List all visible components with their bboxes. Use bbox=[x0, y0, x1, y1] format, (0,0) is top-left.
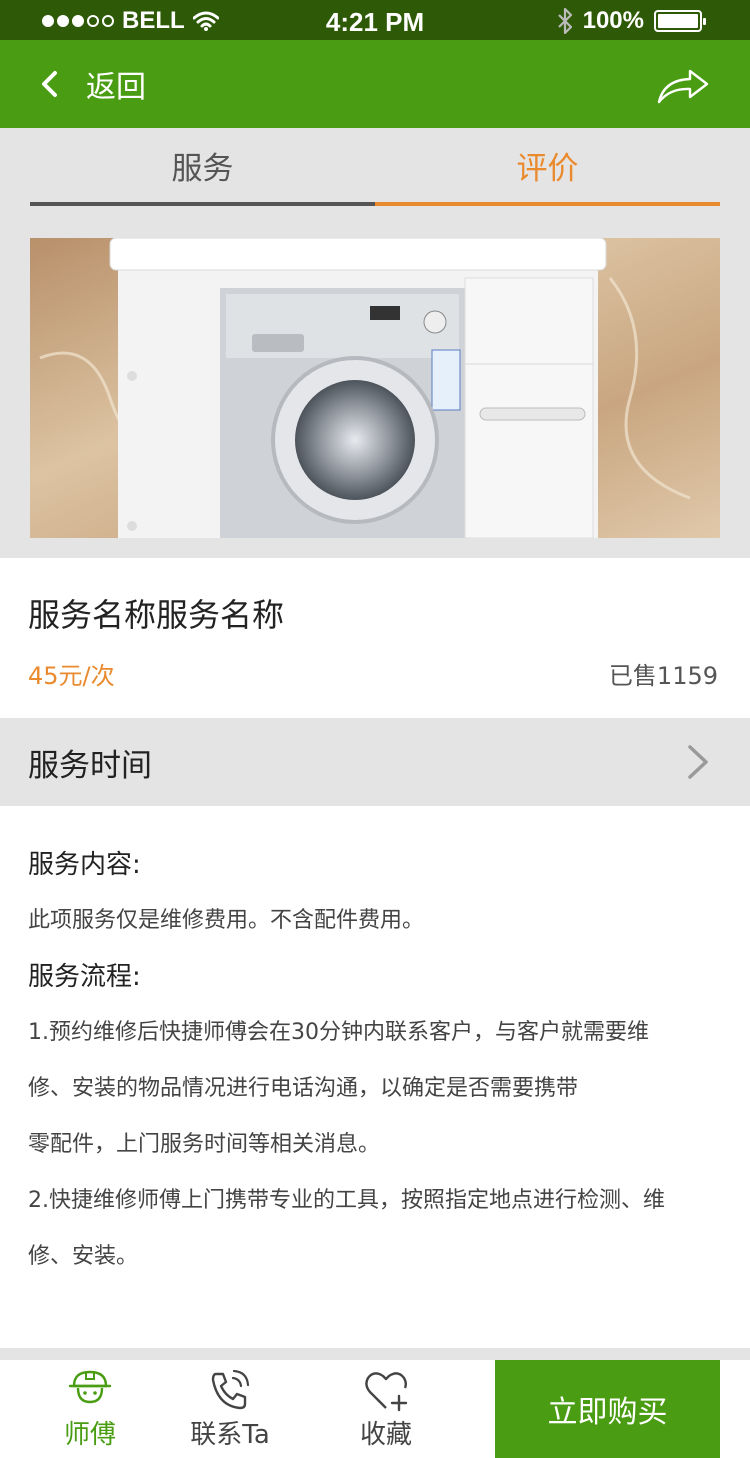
nav-bar: 返回 bbox=[0, 40, 750, 128]
process-heading: 服务流程: bbox=[28, 962, 141, 992]
process-line: 2.快捷维修师傅上门携带专业的工具，按照指定地点进行检测、维 bbox=[28, 1188, 665, 1213]
back-label: 返回 bbox=[86, 70, 146, 105]
chevron-left-icon bbox=[42, 71, 57, 97]
master-button[interactable]: 师傅 bbox=[30, 1368, 150, 1458]
worker-helmet-icon bbox=[68, 1370, 112, 1404]
service-name: 服务名称服务名称 bbox=[28, 596, 285, 634]
sold-count: 已售1159 bbox=[608, 662, 718, 690]
content-heading: 服务内容: bbox=[28, 850, 141, 880]
bottom-action-bar: 师傅 联系Ta 收藏 立即购买 bbox=[0, 1360, 750, 1458]
buy-now-button[interactable]: 立即购买 bbox=[495, 1360, 720, 1458]
hero-image-container bbox=[0, 238, 750, 558]
heart-plus-icon bbox=[365, 1372, 408, 1412]
tab-review[interactable]: 评价 bbox=[375, 128, 720, 206]
favorite-label: 收藏 bbox=[359, 1420, 412, 1450]
washing-machine-image bbox=[30, 238, 720, 538]
service-time-row[interactable]: 服务时间 bbox=[0, 718, 750, 806]
battery-icon bbox=[654, 10, 706, 32]
phone-call-icon bbox=[211, 1369, 250, 1410]
battery-percent: 100% bbox=[582, 7, 644, 34]
contact-button[interactable]: 联系Ta bbox=[170, 1368, 290, 1458]
status-right: 100% bbox=[557, 7, 706, 35]
process-line: 修、安装。 bbox=[28, 1244, 139, 1269]
back-button[interactable]: 返回 bbox=[40, 62, 146, 106]
process-line: 1.预约维修后快捷师傅会在30分钟内联系客户，与客户就需要维 bbox=[28, 1020, 649, 1045]
content-text: 此项服务仅是维修费用。不含配件费用。 bbox=[28, 908, 425, 933]
service-description: 服务内容: 此项服务仅是维修费用。不含配件费用。 服务流程: 1.预约维修后快捷… bbox=[0, 806, 750, 1348]
master-label: 师傅 bbox=[63, 1420, 116, 1450]
service-info-card: 服务名称服务名称 45元/次 已售1159 bbox=[0, 558, 750, 718]
contact-label: 联系Ta bbox=[190, 1420, 270, 1450]
tab-bar: 服务 评价 bbox=[0, 128, 750, 238]
status-bar: BELL 4:21 PM 100% bbox=[0, 0, 750, 40]
service-time-label: 服务时间 bbox=[28, 748, 152, 784]
favorite-button[interactable]: 收藏 bbox=[326, 1368, 446, 1458]
service-price: 45元/次 bbox=[28, 662, 115, 690]
chevron-right-icon bbox=[688, 745, 708, 779]
bluetooth-icon bbox=[557, 8, 572, 34]
tab-service[interactable]: 服务 bbox=[30, 128, 375, 206]
process-line: 零配件，上门服务时间等相关消息。 bbox=[28, 1132, 381, 1157]
bottom-divider bbox=[0, 1348, 750, 1360]
process-line: 修、安装的物品情况进行电话沟通，以确定是否需要携带 bbox=[28, 1076, 579, 1101]
share-icon[interactable] bbox=[656, 66, 710, 106]
